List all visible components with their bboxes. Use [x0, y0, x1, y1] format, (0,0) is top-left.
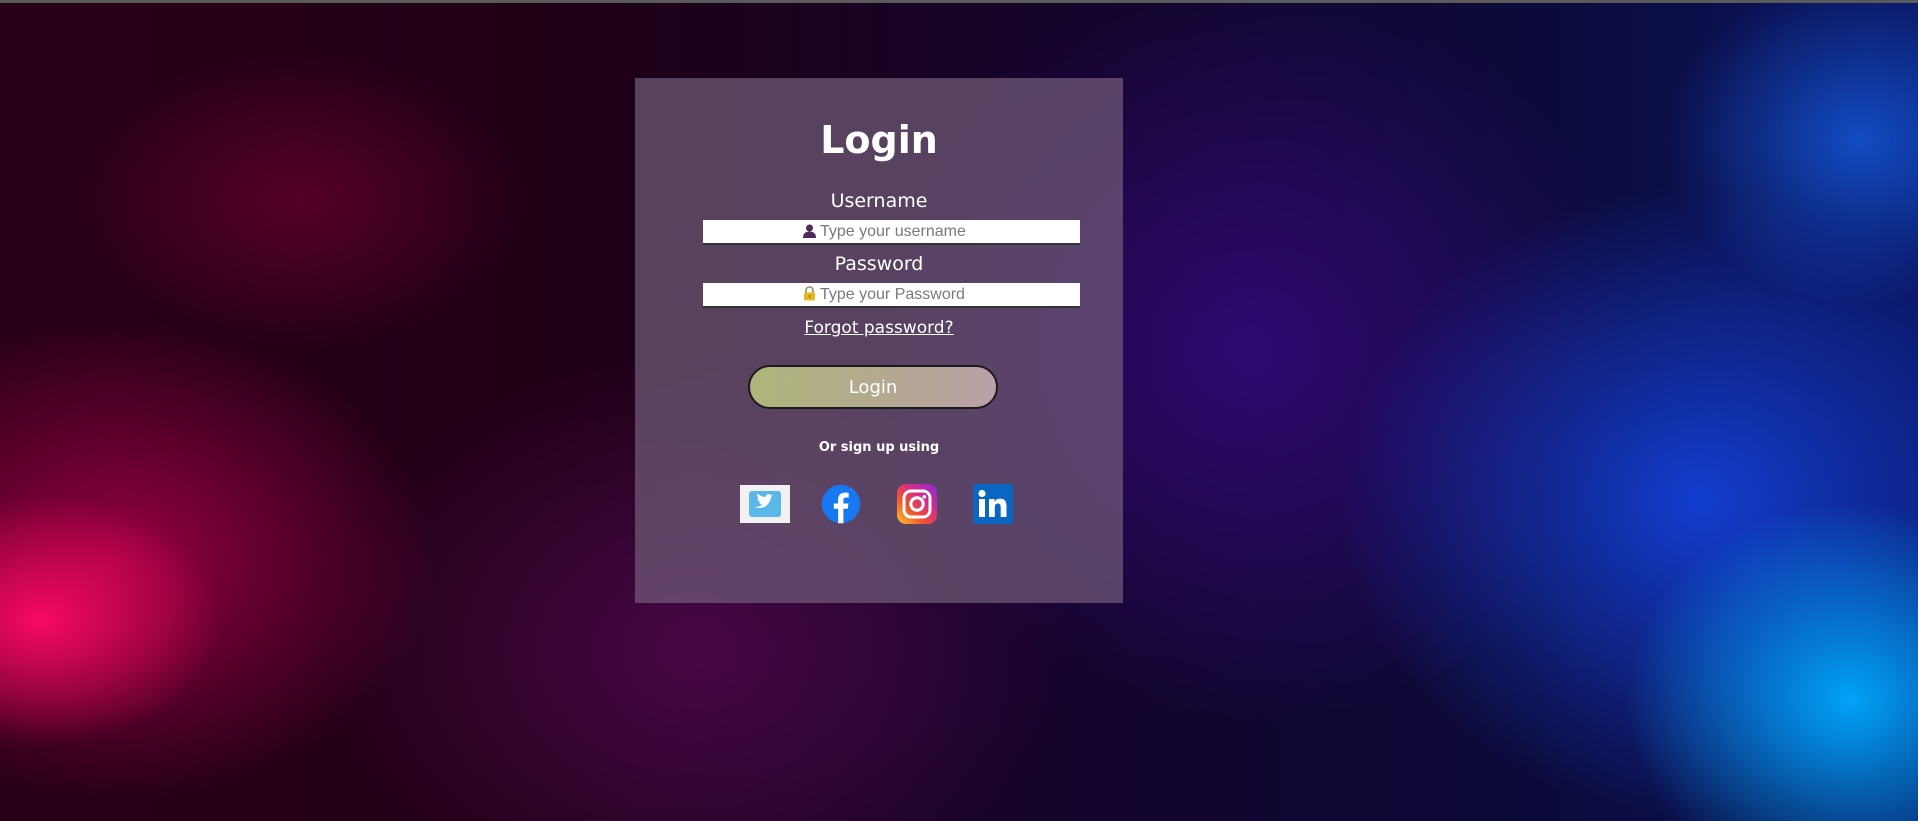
user-icon — [803, 224, 816, 240]
password-label: Password — [834, 253, 924, 275]
instagram-button[interactable] — [892, 484, 942, 524]
linkedin-button[interactable] — [968, 484, 1018, 524]
username-field[interactable] — [703, 220, 1080, 245]
social-login-row — [635, 484, 1123, 524]
username-label: Username — [830, 190, 928, 212]
forgot-password-link[interactable]: Forgot password? — [635, 318, 1123, 338]
twitter-button[interactable] — [740, 484, 790, 524]
instagram-icon — [897, 484, 937, 524]
page-title: Login — [820, 118, 938, 162]
password-field[interactable] — [703, 283, 1080, 308]
twitter-icon — [740, 485, 790, 523]
facebook-icon — [821, 484, 861, 524]
lock-icon — [803, 286, 816, 303]
login-button[interactable]: Login — [748, 365, 998, 409]
login-card: Login Username Password Forgot password?… — [635, 78, 1123, 603]
username-input[interactable] — [820, 222, 980, 241]
facebook-button[interactable] — [816, 484, 866, 524]
browser-top-border — [0, 0, 1918, 3]
password-input[interactable] — [820, 285, 980, 304]
signup-text: Or sign up using — [818, 440, 940, 455]
linkedin-icon — [973, 484, 1013, 524]
